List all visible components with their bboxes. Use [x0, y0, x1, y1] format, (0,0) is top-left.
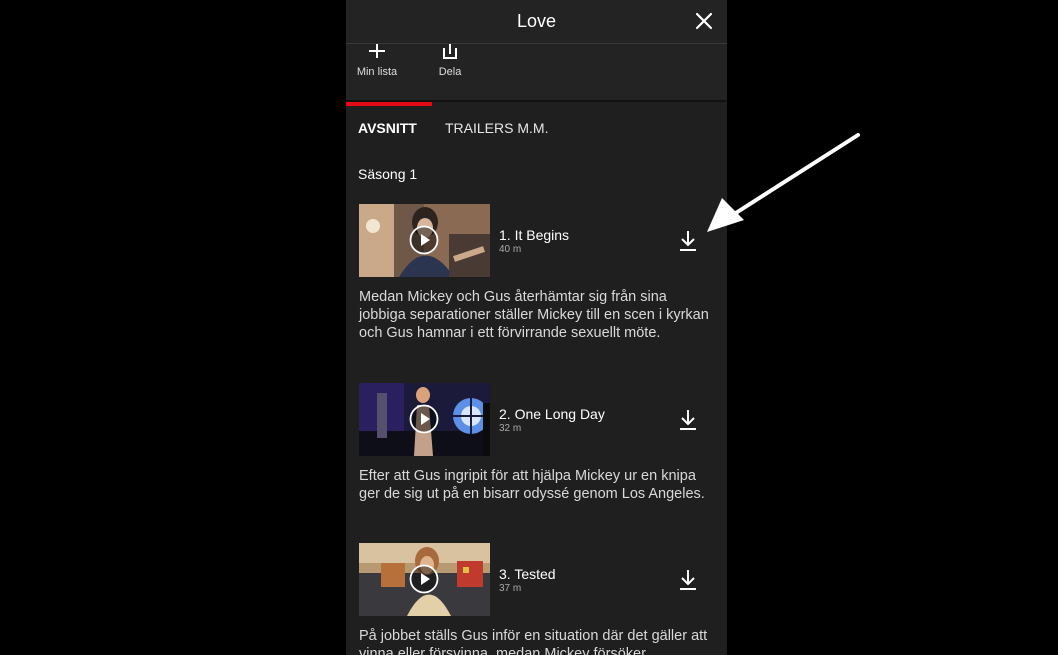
episode-duration: 32 m	[499, 423, 522, 434]
page-title: Love	[516, 11, 557, 31]
title-bar: Love	[346, 0, 727, 43]
close-icon[interactable]	[695, 12, 713, 30]
episode-title: 3. Tested	[499, 566, 556, 582]
episode-description: På jobbet ställs Gus inför en situation …	[359, 628, 708, 655]
episode-description: Efter att Gus ingripit för att hjälpa Mi…	[359, 468, 705, 502]
episode-duration: 40 m	[499, 244, 522, 255]
episode-thumbnail[interactable]	[359, 383, 490, 456]
phone-screen: Love Min lista Dela AVSNITT TRAILERS M.M…	[346, 0, 727, 655]
tab-episodes[interactable]: AVSNITT	[358, 120, 417, 136]
tab-trailers[interactable]: TRAILERS M.M.	[445, 120, 548, 136]
season-selector[interactable]: Säsong 1	[358, 166, 417, 182]
share-label: Dela	[438, 66, 462, 78]
tab-bar: AVSNITT TRAILERS M.M.	[346, 102, 727, 144]
episode-title: 2. One Long Day	[499, 406, 605, 422]
episode-description: Medan Mickey och Gus återhämtar sig från…	[359, 289, 709, 341]
download-icon[interactable]	[679, 569, 697, 591]
episode-title: 1. It Begins	[499, 227, 570, 243]
play-icon	[409, 225, 439, 255]
screenshot-stage: Love Min lista Dela AVSNITT TRAILERS M.M…	[0, 0, 1058, 655]
share-button[interactable]: Dela	[420, 44, 480, 78]
my-list-label: Min lista	[356, 66, 398, 78]
action-bar: Min lista Dela	[346, 44, 727, 100]
share-icon	[443, 44, 457, 59]
play-icon	[409, 404, 439, 434]
episode-thumbnail[interactable]	[359, 204, 490, 277]
plus-icon	[369, 44, 385, 58]
download-icon[interactable]	[679, 409, 697, 431]
episode-duration: 37 m	[499, 583, 522, 594]
episode-thumbnail[interactable]	[359, 543, 490, 616]
annotation-arrow-icon	[707, 133, 860, 232]
download-icon[interactable]	[679, 230, 697, 252]
active-tab-indicator	[346, 102, 432, 106]
my-list-button[interactable]: Min lista	[347, 44, 407, 78]
play-icon	[409, 564, 439, 594]
